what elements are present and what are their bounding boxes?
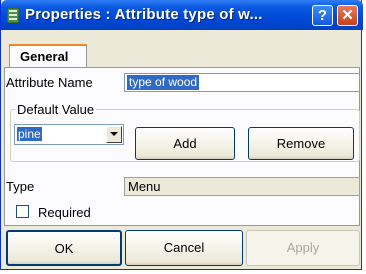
dropdown-arrow-icon[interactable] xyxy=(106,126,122,143)
help-button[interactable]: ? xyxy=(312,5,333,26)
default-value-select[interactable]: pine xyxy=(14,124,124,145)
properties-dialog: Properties : Attribute type of w... ? ✕ … xyxy=(0,0,363,270)
apply-button[interactable]: Apply xyxy=(246,230,360,266)
required-label[interactable]: Required xyxy=(38,205,91,220)
attribute-name-input[interactable]: type of wood xyxy=(124,73,360,92)
type-field: Menu xyxy=(124,177,360,196)
cancel-button[interactable]: Cancel xyxy=(125,230,243,266)
default-value-group-label: Default Value xyxy=(15,102,97,117)
tab-general-label: General xyxy=(20,49,69,64)
attribute-name-label: Attribute Name xyxy=(6,75,93,90)
type-label: Type xyxy=(6,179,35,194)
type-value: Menu xyxy=(128,179,161,194)
close-button[interactable]: ✕ xyxy=(337,5,358,26)
required-checkbox[interactable] xyxy=(16,205,29,218)
title-bar[interactable]: Properties : Attribute type of w... ? ✕ xyxy=(1,0,363,30)
add-button[interactable]: Add xyxy=(135,127,235,160)
window-title: Properties : Attribute type of w... xyxy=(25,6,263,23)
attribute-name-value: type of wood xyxy=(127,75,200,90)
tab-general[interactable]: General xyxy=(9,44,87,68)
default-value-selected: pine xyxy=(17,127,42,141)
app-icon xyxy=(7,8,19,23)
remove-button[interactable]: Remove xyxy=(248,127,354,160)
ok-button[interactable]: OK xyxy=(6,230,122,266)
